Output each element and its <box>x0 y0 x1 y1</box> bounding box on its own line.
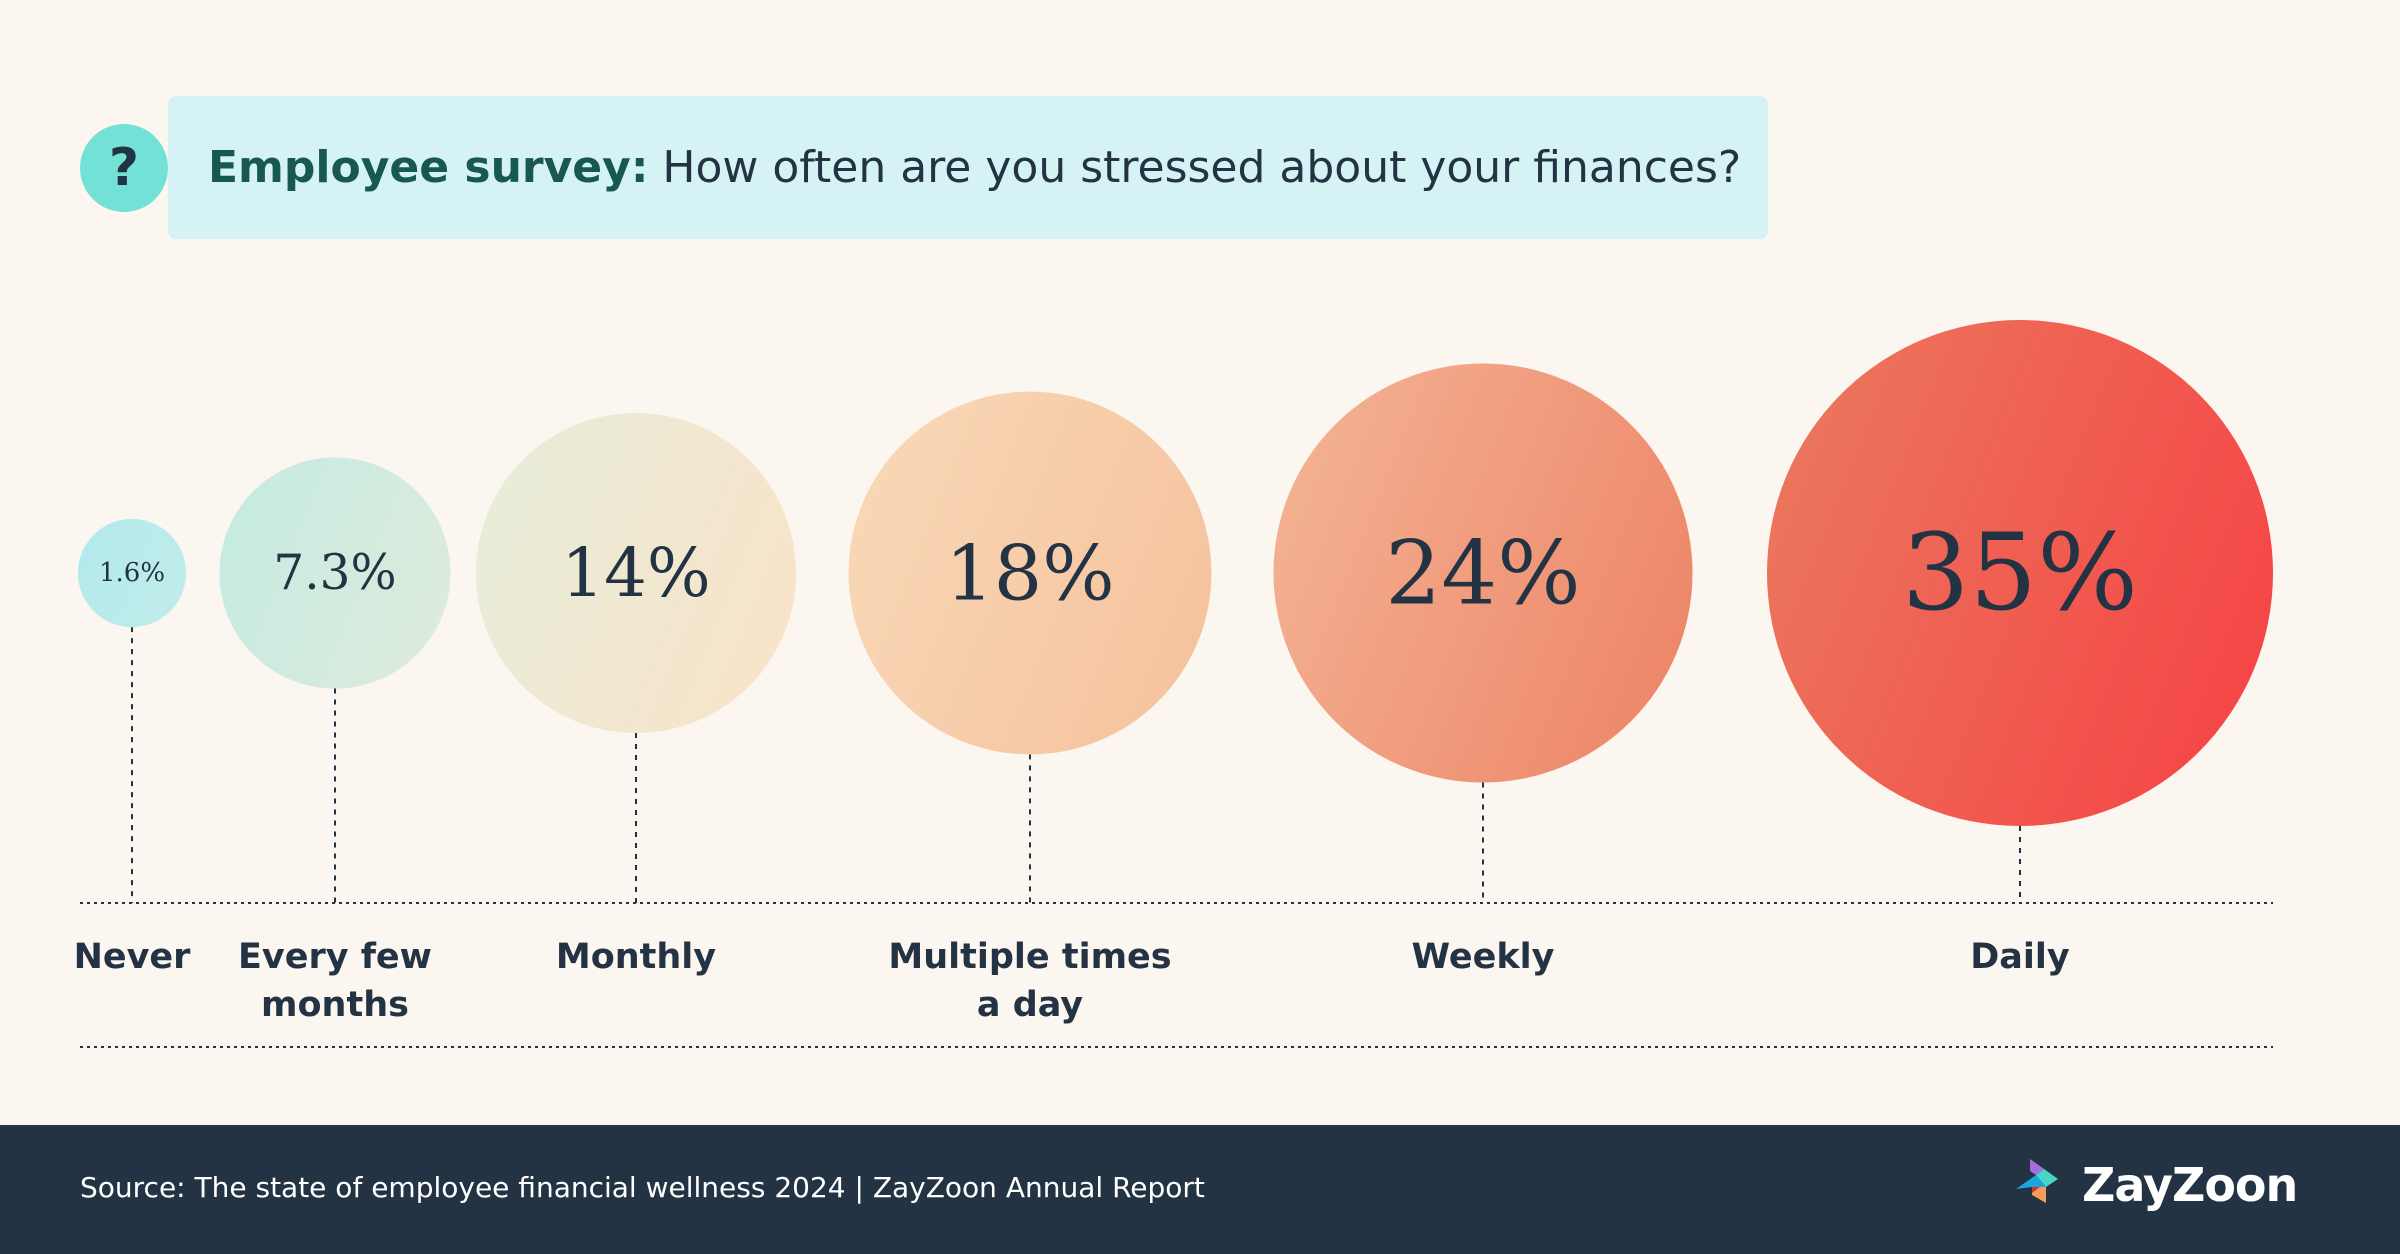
footer: Source: The state of employee financial … <box>0 1125 2400 1254</box>
category-label-line: Weekly <box>1411 937 1555 977</box>
zayzoon-logo-icon <box>2016 1159 2058 1203</box>
category-label: Weekly <box>1303 933 1663 981</box>
value-label: 35% <box>1902 511 2138 635</box>
zayzoon-logo: ZayZoon <box>2012 1157 2298 1213</box>
logo-text: ZayZoon <box>2082 1158 2298 1212</box>
category-label-line: Multiple times <box>888 937 1172 977</box>
category-label: Multiple times a day <box>850 933 1210 1029</box>
category-label: Daily <box>1840 933 2200 981</box>
category-label-line: Monthly <box>555 937 717 977</box>
value-label: 14% <box>561 534 710 612</box>
category-label-line: months <box>261 985 409 1025</box>
question-glyph: ? <box>108 138 140 198</box>
value-label: 24% <box>1385 522 1581 625</box>
question-mark-icon: ? <box>80 124 168 212</box>
category-label-line: a day <box>976 985 1084 1025</box>
category-label-line: Daily <box>1970 937 2070 977</box>
source-text: Source: The state of employee financial … <box>80 1171 1205 1204</box>
category-label: Monthly <box>456 933 816 981</box>
value-label: 1.6% <box>99 558 165 588</box>
value-label: 18% <box>945 529 1114 618</box>
value-label: 7.3% <box>273 545 396 601</box>
